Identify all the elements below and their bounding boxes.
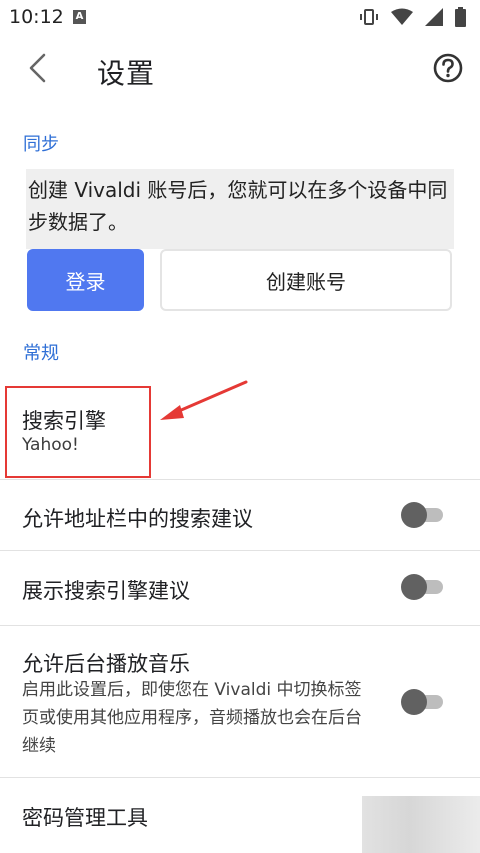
general-section-header: 常规	[23, 343, 59, 364]
status-bar: 10:12 A	[0, 0, 480, 34]
annotation-highlight-box	[5, 386, 151, 478]
vibrate-icon	[359, 7, 379, 27]
chevron-left-icon	[28, 53, 48, 87]
help-circle-icon	[432, 53, 464, 88]
show-engine-suggestions-title: 展示搜索引擎建议	[22, 579, 190, 603]
background-music-title: 允许后台播放音乐	[22, 652, 190, 676]
divider	[0, 777, 480, 778]
back-button[interactable]	[20, 52, 56, 88]
password-manager-title: 密码管理工具	[22, 806, 148, 830]
page-title: 设置	[97, 57, 156, 90]
address-bar-suggestions-title: 允许地址栏中的搜索建议	[22, 507, 253, 531]
background-music-toggle[interactable]	[401, 688, 443, 716]
login-button[interactable]: 登录	[27, 249, 144, 311]
annotation-arrow	[150, 378, 250, 428]
divider	[0, 625, 480, 626]
sync-section-header: 同步	[23, 134, 59, 155]
help-button[interactable]	[432, 52, 464, 84]
background-music-description: 启用此设置后，即使您在 Vivaldi 中切换标签页或使用其他应用程序，音频播放…	[22, 680, 362, 756]
wifi-icon	[391, 8, 413, 26]
divider	[0, 479, 480, 480]
sync-description: 创建 Vivaldi 账号后，您就可以在多个设备中同步数据了。	[28, 178, 448, 234]
app-bar: 设置	[0, 34, 480, 108]
signal-icon	[425, 8, 443, 26]
show-engine-suggestions-toggle[interactable]	[401, 573, 443, 601]
divider	[0, 550, 480, 551]
notification-icon: A	[73, 10, 86, 24]
address-bar-suggestions-toggle[interactable]	[401, 501, 443, 529]
create-account-button[interactable]: 创建账号	[160, 249, 452, 311]
toggle-thumb	[401, 502, 427, 528]
toggle-thumb	[401, 689, 427, 715]
battery-icon	[455, 7, 466, 27]
status-time: 10:12	[9, 6, 64, 28]
blurred-watermark	[362, 796, 480, 853]
toggle-thumb	[401, 574, 427, 600]
status-icons	[359, 7, 466, 27]
